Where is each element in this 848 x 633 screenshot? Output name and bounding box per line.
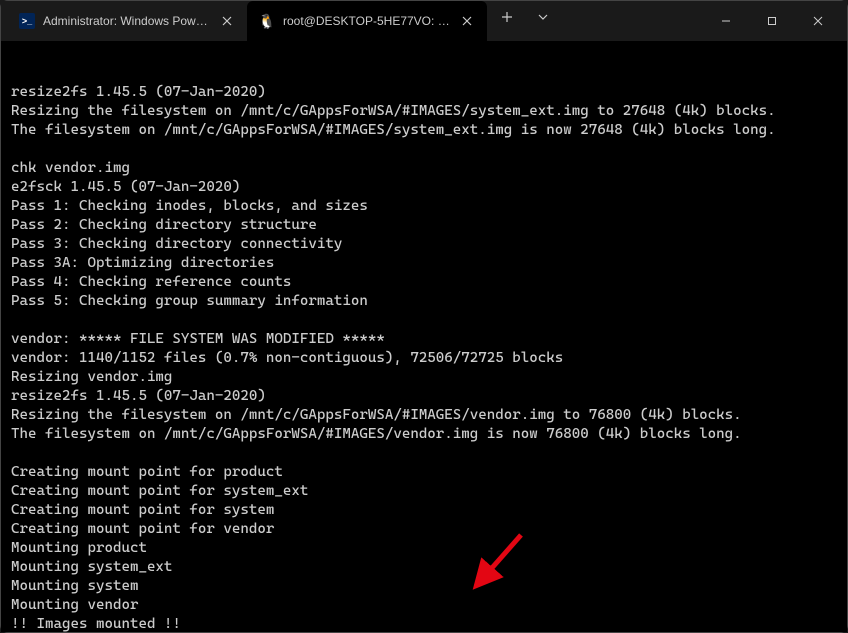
- terminal-line: Mounting vendor: [11, 596, 837, 615]
- terminal-line: The filesystem on /mnt/c/GAppsForWSA/#IM…: [11, 121, 837, 140]
- close-window-button[interactable]: [795, 1, 841, 41]
- terminal-line: Pass 3A: Optimizing directories: [11, 254, 837, 273]
- terminal-line: Resizing vendor.img: [11, 368, 837, 387]
- terminal-output[interactable]: resize2fs 1.45.5 (07-Jan-2020)Resizing t…: [1, 41, 847, 632]
- terminal-line: Pass 1: Checking inodes, blocks, and siz…: [11, 197, 837, 216]
- terminal-line: chk vendor.img: [11, 159, 837, 178]
- terminal-line: Pass 5: Checking group summary informati…: [11, 292, 837, 311]
- terminal-line: Creating mount point for system_ext: [11, 482, 837, 501]
- tab-strip: >_ Administrator: Windows PowerShell 🐧 r…: [7, 1, 703, 41]
- new-tab-button[interactable]: [491, 1, 523, 33]
- terminal-line: Pass 4: Checking reference counts: [11, 273, 837, 292]
- tab-dropdown-button[interactable]: [527, 1, 559, 33]
- terminal-line: Pass 3: Checking directory connectivity: [11, 235, 837, 254]
- close-icon[interactable]: [219, 13, 235, 29]
- terminal-line: Resizing the filesystem on /mnt/c/GAppsF…: [11, 406, 837, 425]
- terminal-line: vendor: 1140/1152 files (0.7% non-contig…: [11, 349, 837, 368]
- tux-icon: 🐧: [259, 13, 275, 29]
- terminal-line: [11, 444, 837, 463]
- terminal-line: Pass 2: Checking directory structure: [11, 216, 837, 235]
- minimize-button[interactable]: [703, 1, 749, 41]
- maximize-button[interactable]: [749, 1, 795, 41]
- tab-label: Administrator: Windows PowerShell: [43, 14, 211, 28]
- terminal-line: [11, 140, 837, 159]
- close-icon[interactable]: [459, 13, 475, 29]
- terminal-line: Creating mount point for system: [11, 501, 837, 520]
- tab-powershell[interactable]: >_ Administrator: Windows PowerShell: [7, 1, 247, 41]
- terminal-line: [11, 311, 837, 330]
- terminal-line: !! Images mounted !!: [11, 615, 837, 632]
- terminal-line: Resizing the filesystem on /mnt/c/GAppsF…: [11, 102, 837, 121]
- powershell-icon: >_: [19, 13, 35, 29]
- terminal-line: e2fsck 1.45.5 (07-Jan-2020): [11, 178, 837, 197]
- terminal-line: Creating mount point for product: [11, 463, 837, 482]
- tab-label: root@DESKTOP-5HE77VO: /mnt: [283, 14, 451, 28]
- tab-linux[interactable]: 🐧 root@DESKTOP-5HE77VO: /mnt: [247, 1, 487, 41]
- terminal-line: resize2fs 1.45.5 (07-Jan-2020): [11, 83, 837, 102]
- terminal-line: The filesystem on /mnt/c/GAppsForWSA/#IM…: [11, 425, 837, 444]
- terminal-line: Mounting product: [11, 539, 837, 558]
- terminal-line: Creating mount point for vendor: [11, 520, 837, 539]
- terminal-line: resize2fs 1.45.5 (07-Jan-2020): [11, 387, 837, 406]
- terminal-line: Mounting system: [11, 577, 837, 596]
- titlebar: >_ Administrator: Windows PowerShell 🐧 r…: [1, 1, 847, 41]
- window-controls: [703, 1, 841, 41]
- terminal-line: vendor: ***** FILE SYSTEM WAS MODIFIED *…: [11, 330, 837, 349]
- terminal-line: Mounting system_ext: [11, 558, 837, 577]
